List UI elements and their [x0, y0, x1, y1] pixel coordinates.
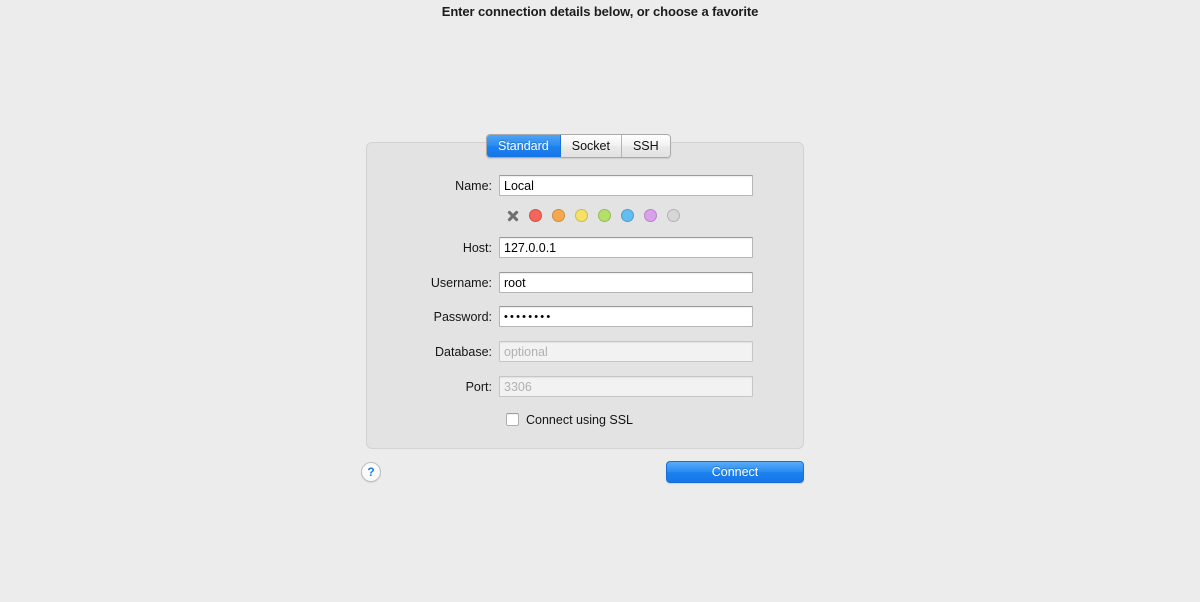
tab-ssh[interactable]: SSH	[621, 135, 670, 157]
username-input[interactable]	[499, 272, 753, 293]
name-label: Name:	[455, 178, 492, 193]
connect-button[interactable]: Connect	[666, 461, 804, 483]
ssl-checkbox[interactable]	[506, 413, 519, 426]
swatch-green[interactable]	[598, 209, 611, 222]
password-label: Password:	[433, 309, 492, 324]
name-input[interactable]	[499, 175, 753, 196]
swatch-gray[interactable]	[667, 209, 680, 222]
swatch-yellow[interactable]	[575, 209, 588, 222]
page-title: Enter connection details below, or choos…	[441, 4, 759, 19]
host-label: Host:	[462, 240, 492, 255]
form-row-name: Name:	[367, 175, 753, 196]
host-input[interactable]	[499, 237, 753, 258]
port-label: Port:	[465, 379, 492, 394]
password-input[interactable]	[499, 306, 753, 327]
port-input[interactable]	[499, 376, 753, 397]
form-row-database: Database:	[367, 341, 753, 362]
username-label: Username:	[430, 275, 492, 290]
connection-type-tabs[interactable]: Standard Socket SSH	[486, 134, 671, 158]
database-label: Database:	[435, 344, 492, 359]
database-input[interactable]	[499, 341, 753, 362]
connection-details-panel: Name: Host: Username: Password:	[366, 142, 804, 449]
tab-socket[interactable]: Socket	[560, 135, 622, 157]
tab-standard[interactable]: Standard	[487, 135, 561, 157]
swatch-purple[interactable]	[644, 209, 657, 222]
form-row-username: Username:	[367, 272, 753, 293]
form-row-host: Host:	[367, 237, 753, 258]
swatch-red[interactable]	[529, 209, 542, 222]
favorite-color-swatches[interactable]	[506, 209, 680, 222]
form-row-color-swatches	[367, 205, 680, 226]
form-row-port: Port:	[367, 376, 753, 397]
x-icon[interactable]	[506, 209, 519, 222]
form-row-ssl: Connect using SSL	[367, 409, 633, 430]
form-row-password: Password:	[367, 306, 753, 327]
ssl-checkbox-wrap[interactable]: Connect using SSL	[506, 413, 633, 427]
help-button[interactable]: ?	[361, 462, 381, 482]
swatch-blue[interactable]	[621, 209, 634, 222]
swatch-orange[interactable]	[552, 209, 565, 222]
ssl-label: Connect using SSL	[526, 412, 634, 427]
